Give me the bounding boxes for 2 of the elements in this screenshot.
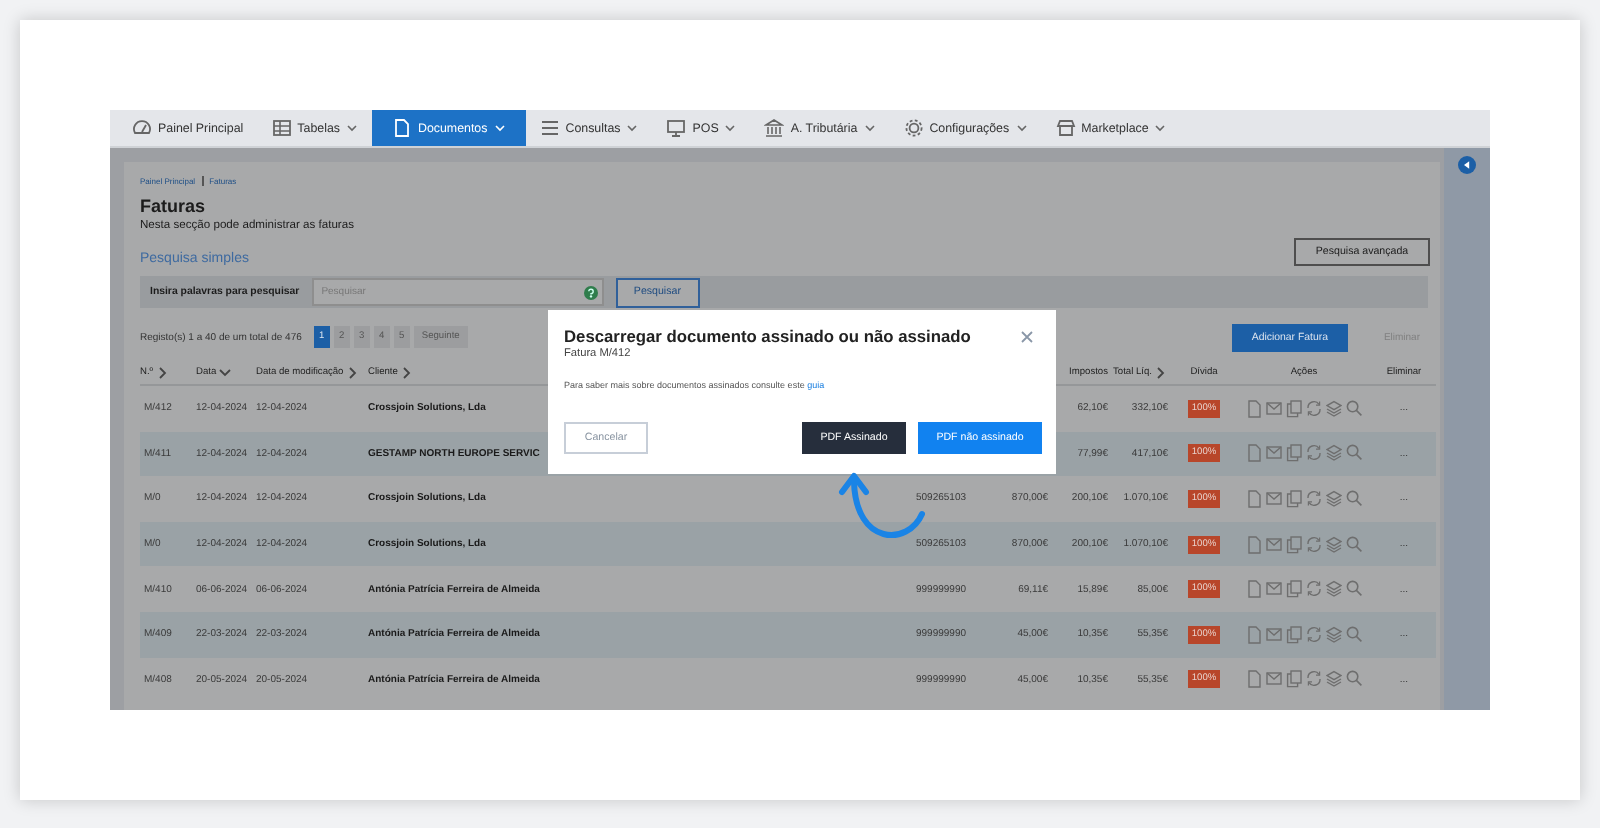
dialog-title: Descarregar documento assinado ou não assinado	[564, 326, 971, 346]
page-title: Faturas	[140, 196, 208, 216]
